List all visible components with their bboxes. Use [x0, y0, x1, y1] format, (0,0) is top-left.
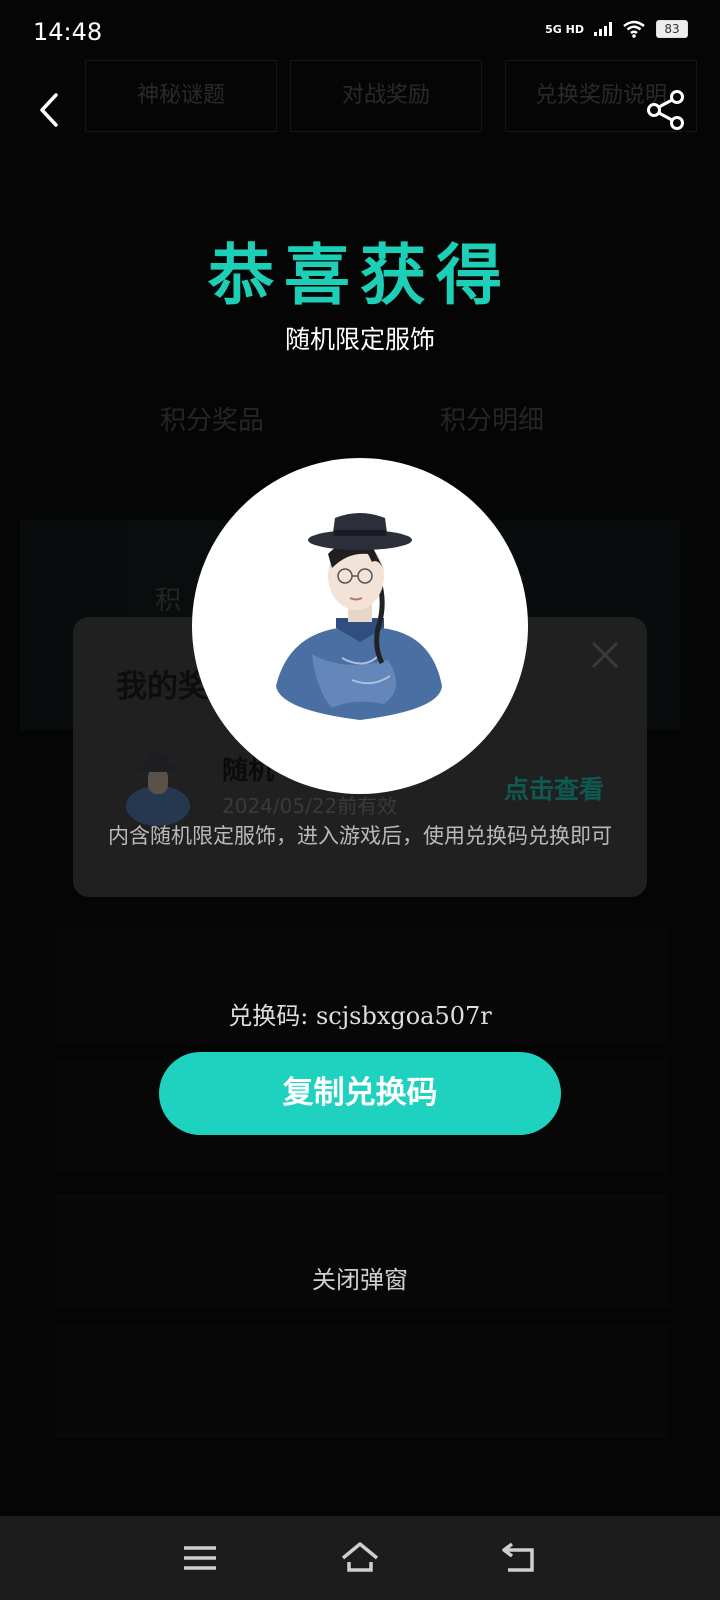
background-panel-text: 积: [155, 586, 182, 616]
redeem-code-line: 兑换码: scjsbxgoa507r: [0, 996, 720, 1031]
wifi-icon: [623, 20, 645, 38]
redeem-code-value: scjsbxgoa507r: [315, 1002, 492, 1030]
popup-title: 恭喜获得: [208, 236, 512, 314]
close-icon[interactable]: [590, 640, 620, 670]
signal-icon: [594, 22, 612, 36]
copy-code-button[interactable]: 复制兑换码: [159, 1052, 561, 1135]
panel-item-date: 2024/05/22前有效: [222, 794, 398, 818]
status-icons: 5G HD 83: [545, 20, 688, 38]
popup-subtitle: 随机限定服饰: [284, 325, 435, 354]
system-nav-bar: [0, 1516, 720, 1600]
view-link[interactable]: 点击查看: [504, 770, 604, 806]
background-tab-1: 神秘谜题: [85, 60, 277, 132]
close-popup-button[interactable]: 关闭弹窗: [0, 1260, 720, 1295]
panel-description: 内含随机限定服饰，进入游戏后，使用兑换码兑换即可: [108, 824, 612, 848]
panel-item-thumbnail: [126, 754, 190, 826]
home-icon[interactable]: [338, 1536, 382, 1580]
redeem-code-label: 兑换码:: [228, 1002, 309, 1030]
menu-icon[interactable]: [178, 1536, 222, 1580]
battery-indicator: 83: [656, 20, 688, 38]
reward-avatar: [192, 458, 528, 794]
background-points-detail: 积分明细: [440, 406, 545, 436]
return-icon[interactable]: [498, 1536, 542, 1580]
status-bar: 14:48 5G HD 83: [0, 0, 720, 70]
share-icon[interactable]: [644, 88, 688, 132]
network-label: 5G HD: [545, 22, 584, 36]
status-time: 14:48: [33, 18, 103, 46]
background-points-prize: 积分奖品: [160, 406, 265, 436]
character-illustration: [276, 513, 442, 720]
panel-heading: 我的奖: [116, 669, 209, 705]
background-row: [56, 1325, 668, 1437]
back-arrow-icon[interactable]: [34, 90, 70, 130]
background-tab-2: 对战奖励: [290, 60, 482, 132]
